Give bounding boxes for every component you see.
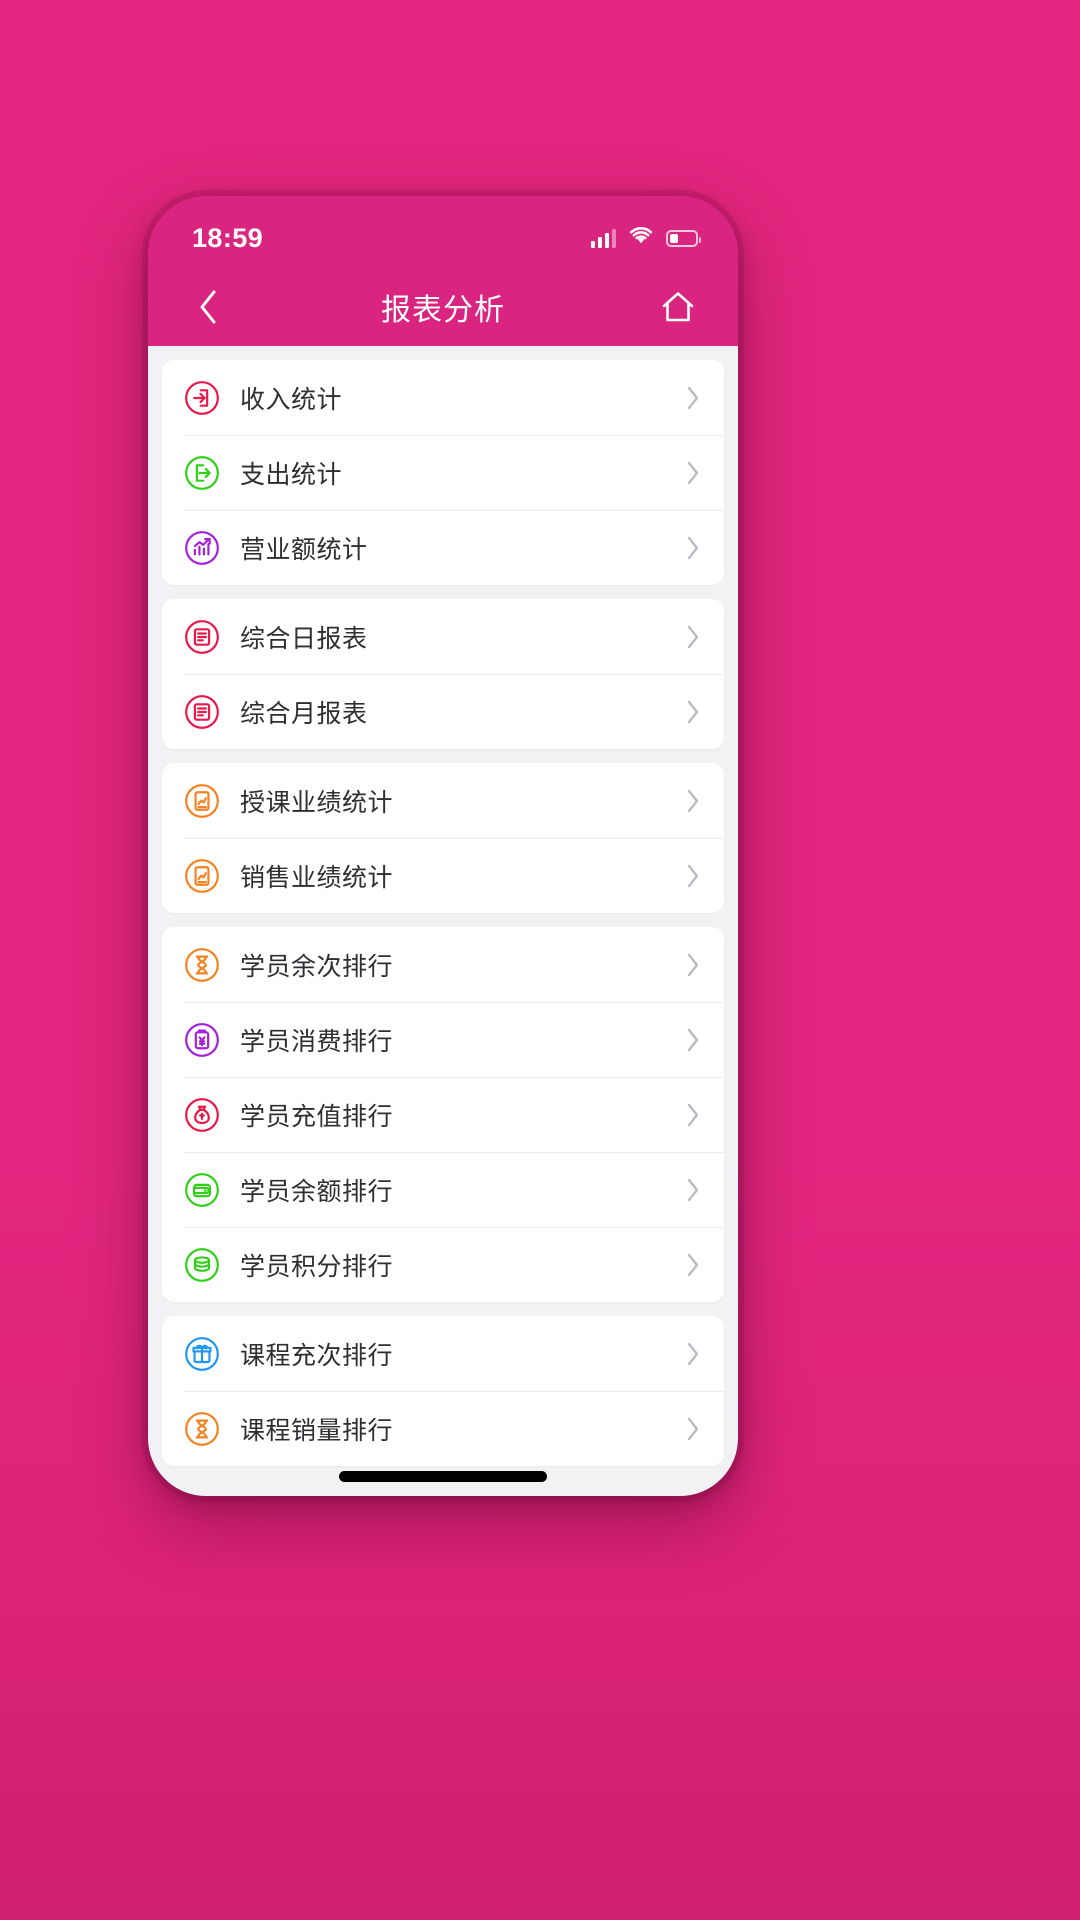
list-item-label: 营业额统计 xyxy=(240,535,368,564)
revenue-chart-icon xyxy=(184,530,220,566)
list-item[interactable]: 课程充次排行 xyxy=(162,1316,724,1391)
course-sales-icon xyxy=(184,1411,220,1447)
sales-performance-icon xyxy=(184,858,220,894)
list-item-label: 综合日报表 xyxy=(240,624,368,653)
points-rank-icon xyxy=(184,1247,220,1283)
list-item[interactable]: 营业额统计 xyxy=(162,510,724,585)
home-indicator-bar xyxy=(339,1471,547,1482)
list-item-label: 收入统计 xyxy=(240,385,343,414)
teaching-performance-icon xyxy=(184,783,220,819)
course-recharge-icon xyxy=(184,1336,220,1372)
monthly-report-icon xyxy=(184,694,220,730)
list-item-label: 学员充值排行 xyxy=(240,1102,394,1131)
phone-frame: 18:59 报表分析 收入统计 支出统计 营业额统计 综合日报表 综合月报表 授… xyxy=(148,196,738,1496)
list-item[interactable]: 支出统计 xyxy=(162,435,724,510)
home-icon xyxy=(662,292,694,322)
daily-report-icon xyxy=(184,619,220,655)
list-item-label: 学员余额排行 xyxy=(240,1177,394,1206)
expense-arrow-out-icon xyxy=(184,455,220,491)
list-item[interactable]: 收入统计 xyxy=(162,360,724,435)
chevron-right-icon xyxy=(680,1252,706,1278)
chevron-right-icon xyxy=(680,1027,706,1053)
list-item[interactable]: 综合月报表 xyxy=(162,674,724,749)
chevron-right-icon xyxy=(680,535,706,561)
chevron-right-icon xyxy=(680,952,706,978)
battery-icon xyxy=(666,229,701,247)
chevron-right-icon xyxy=(680,788,706,814)
list-item[interactable]: 学员余次排行 xyxy=(162,927,724,1002)
page-title: 报表分析 xyxy=(381,294,505,327)
chevron-right-icon xyxy=(680,385,706,411)
comprehensive-reports-group: 综合日报表综合月报表 xyxy=(162,599,724,749)
chevron-right-icon xyxy=(680,1341,706,1367)
list-item[interactable]: 学员积分排行 xyxy=(162,1227,724,1302)
report-list[interactable]: 收入统计 支出统计 营业额统计 综合日报表 综合月报表 授课业绩统计 销售业绩统计 学员余次排… xyxy=(148,346,738,1496)
chevron-right-icon xyxy=(680,624,706,650)
list-item-label: 学员余次排行 xyxy=(240,952,394,981)
chevron-right-icon xyxy=(680,699,706,725)
list-item-label: 学员积分排行 xyxy=(240,1252,394,1281)
recharge-rank-icon xyxy=(184,1097,220,1133)
list-item[interactable]: 销售业绩统计 xyxy=(162,838,724,913)
list-item-label: 销售业绩统计 xyxy=(240,863,394,892)
list-item[interactable]: 学员消费排行 xyxy=(162,1002,724,1077)
list-item-label: 课程充次排行 xyxy=(240,1341,394,1370)
signal-bars-icon xyxy=(590,228,616,248)
back-button[interactable] xyxy=(182,281,234,333)
student-ranking-group: 学员余次排行 学员消费排行 学员充值排行 学员余额排行 学员积分排行 xyxy=(162,927,724,1302)
statistics-group: 收入统计支出统计营业额统计 xyxy=(162,360,724,585)
remaining-sessions-icon xyxy=(184,947,220,983)
list-item[interactable]: 综合日报表 xyxy=(162,599,724,674)
chevron-right-icon xyxy=(680,1416,706,1442)
chevron-right-icon xyxy=(680,460,706,486)
list-item-label: 课程销量排行 xyxy=(240,1416,394,1445)
status-icons xyxy=(590,226,701,250)
list-item-label: 综合月报表 xyxy=(240,699,368,728)
list-item[interactable]: 课程销量排行 xyxy=(162,1391,724,1466)
list-item[interactable]: 学员充值排行 xyxy=(162,1077,724,1152)
list-item-label: 支出统计 xyxy=(240,460,343,489)
list-item[interactable]: 学员余额排行 xyxy=(162,1152,724,1227)
performance-group: 授课业绩统计 销售业绩统计 xyxy=(162,763,724,913)
chevron-left-icon xyxy=(200,290,216,324)
wifi-icon xyxy=(629,226,653,250)
list-item[interactable]: 授课业绩统计 xyxy=(162,763,724,838)
nav-bar: 报表分析 xyxy=(148,268,738,346)
chevron-right-icon xyxy=(680,863,706,889)
status-bar: 18:59 xyxy=(148,196,738,268)
income-arrow-in-icon xyxy=(184,380,220,416)
list-item-label: 授课业绩统计 xyxy=(240,788,394,817)
course-ranking-group: 课程充次排行 课程销量排行 xyxy=(162,1316,724,1466)
consumption-rank-icon xyxy=(184,1022,220,1058)
list-item-label: 学员消费排行 xyxy=(240,1027,394,1056)
chevron-right-icon xyxy=(680,1177,706,1203)
chevron-right-icon xyxy=(680,1102,706,1128)
home-button[interactable] xyxy=(652,281,704,333)
status-time: 18:59 xyxy=(192,222,264,253)
balance-rank-icon xyxy=(184,1172,220,1208)
